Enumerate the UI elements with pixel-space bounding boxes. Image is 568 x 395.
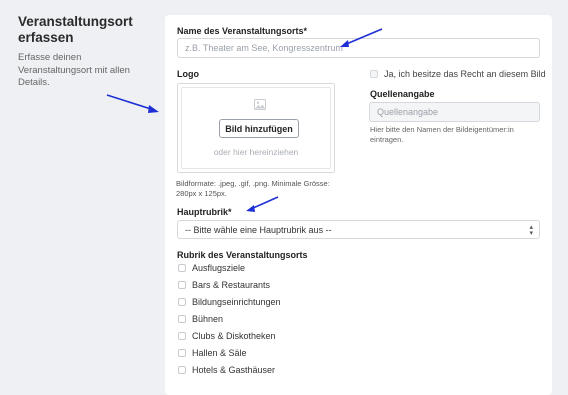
- source-hint-line2: eintragen.: [370, 134, 404, 144]
- main-category-select[interactable]: -- Bitte wähle eine Hauptrubrik aus -- ▴…: [177, 220, 540, 239]
- category-item[interactable]: Ausflugsziele: [178, 262, 245, 274]
- form-card: Name des Veranstaltungsorts* Logo Bild h…: [165, 15, 552, 395]
- category-item[interactable]: Hotels & Gasthäuser: [178, 364, 275, 376]
- category-checkbox[interactable]: [178, 366, 186, 374]
- chevron-up-down-icon: ▴ ▾: [529, 224, 533, 237]
- add-image-button[interactable]: Bild hinzufügen: [219, 119, 299, 138]
- source-hint-line1: Hier bitte den Namen der Bildeigentümer:…: [370, 125, 514, 134]
- page-title-line2: erfassen: [18, 30, 74, 45]
- annotation-arrow-logo: [106, 94, 159, 113]
- category-checkbox[interactable]: [178, 298, 186, 306]
- page-description: Erfasse deinen Veranstaltungsort mit all…: [18, 52, 158, 90]
- category-label: Bühnen: [192, 314, 224, 324]
- category-item[interactable]: Bühnen: [178, 313, 223, 325]
- category-label: Clubs & Diskotheken: [192, 331, 276, 341]
- category-label: Ausflugsziele: [192, 263, 246, 273]
- source-hint: Hier bitte den Namen der Bildeigentümer:…: [370, 125, 545, 144]
- category-item[interactable]: Hallen & Säle: [178, 347, 247, 359]
- category-item[interactable]: Clubs & Diskotheken: [178, 330, 276, 342]
- logo-dropzone-inner: Bild hinzufügen oder hier hereinziehen: [181, 87, 331, 169]
- category-checkbox[interactable]: [178, 281, 186, 289]
- category-label: Bildungseinrichtungen: [192, 297, 281, 307]
- annotation-arrow-name: [340, 28, 383, 47]
- main-category-label: Hauptrubrik*: [177, 207, 232, 217]
- category-label: Hallen & Säle: [192, 348, 247, 358]
- category-label: Hotels & Gasthäuser: [192, 365, 276, 375]
- page-title: Veranstaltungsort erfassen: [18, 14, 158, 46]
- page-description-line1: Erfasse deinen: [18, 52, 82, 63]
- image-icon: [254, 99, 266, 110]
- logo-dropzone[interactable]: Bild hinzufügen oder hier hereinziehen: [177, 83, 335, 173]
- page-description-line2: Veranstaltungsort mit allen: [18, 64, 130, 76]
- sidebar-intro: Veranstaltungsort erfassen Erfasse deine…: [18, 14, 158, 90]
- category-checkbox[interactable]: [178, 349, 186, 357]
- format-hint-line1: Bildformate: .jpeg, .gif, .png. Minimale…: [176, 179, 330, 188]
- name-label: Name des Veranstaltungsorts*: [177, 26, 308, 36]
- annotation-arrow-main-category: [246, 196, 279, 212]
- page-title-line1: Veranstaltungsort: [18, 14, 133, 29]
- main-category-selected: -- Bitte wähle eine Hauptrubrik aus --: [185, 224, 332, 235]
- rights-checkbox-row[interactable]: Ja, ich besitze das Recht an diesem Bild: [370, 68, 546, 80]
- category-checkbox[interactable]: [178, 315, 186, 323]
- drag-hint: oder hier hereinziehen: [213, 147, 299, 157]
- source-label: Quellenangabe: [370, 89, 435, 99]
- rights-checkbox-label: Ja, ich besitze das Recht an diesem Bild: [384, 69, 546, 79]
- category-checkbox[interactable]: [178, 332, 186, 340]
- format-hint-line2: 280px x 125px.: [176, 188, 227, 198]
- page-description-line3: Details.: [18, 77, 50, 88]
- categories-label: Rubrik des Veranstaltungsorts: [177, 250, 308, 260]
- logo-label: Logo: [177, 69, 199, 79]
- category-item[interactable]: Bars & Restaurants: [178, 279, 270, 291]
- category-item[interactable]: Bildungseinrichtungen: [178, 296, 281, 308]
- category-label: Bars & Restaurants: [192, 280, 271, 290]
- category-checkbox[interactable]: [178, 264, 186, 272]
- source-input[interactable]: [369, 102, 540, 122]
- rights-checkbox[interactable]: [370, 70, 378, 78]
